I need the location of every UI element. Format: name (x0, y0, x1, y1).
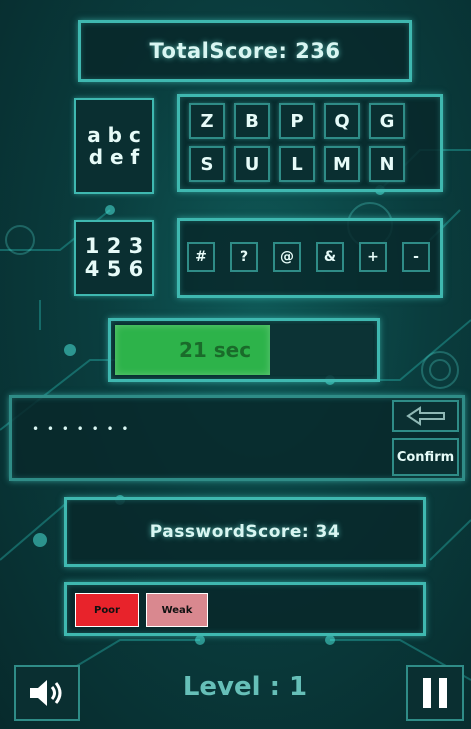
level-label: Level : 1 (182, 672, 308, 702)
letter-key-p[interactable]: P (279, 103, 315, 139)
speaker-icon (30, 680, 62, 706)
symbol-key-3[interactable]: & (316, 242, 344, 272)
letter-key-q[interactable]: Q (324, 103, 360, 139)
symbol-key-5[interactable]: - (402, 242, 430, 272)
letters-mode-button[interactable]: a b c d e f (74, 98, 154, 194)
letter-key-s[interactable]: S (189, 146, 225, 182)
password-score-panel: PasswordScore: 34 (64, 497, 426, 567)
letter-key-u[interactable]: U (234, 146, 270, 182)
symbol-key-2[interactable]: @ (273, 242, 301, 272)
pause-icon (423, 678, 447, 708)
strength-weak: Weak (146, 593, 208, 627)
timer-bar: 21 sec (115, 325, 373, 375)
timer-label: 21 sec (178, 338, 252, 362)
strength-poor: Poor (75, 593, 139, 627)
numbers-mode-label: 1 2 3 4 5 6 (84, 234, 144, 281)
letter-key-n[interactable]: N (369, 146, 405, 182)
backspace-arrow-icon (405, 406, 445, 426)
confirm-button[interactable]: Confirm (392, 438, 459, 476)
letter-key-b[interactable]: B (234, 103, 270, 139)
letter-key-g[interactable]: G (369, 103, 405, 139)
numbers-mode-button[interactable]: 1 2 3 4 5 6 (74, 220, 154, 296)
symbol-key-0[interactable]: # (187, 242, 215, 272)
symbol-key-4[interactable]: + (359, 242, 387, 272)
confirm-label: Confirm (396, 449, 455, 465)
strength-poor-label: Poor (93, 604, 120, 616)
letters-mode-label: a b c d e f (87, 123, 141, 169)
strength-weak-label: Weak (161, 604, 193, 616)
pause-button[interactable] (406, 665, 464, 721)
password-field[interactable]: • • • • • • • (32, 422, 332, 446)
total-score-panel: TotalScore: 236 (78, 20, 412, 82)
backspace-button[interactable] (392, 400, 459, 432)
letter-key-z[interactable]: Z (189, 103, 225, 139)
password-score-label: PasswordScore: 34 (149, 522, 341, 542)
letter-key-m[interactable]: M (324, 146, 360, 182)
sound-button[interactable] (14, 665, 80, 721)
letter-key-l[interactable]: L (279, 146, 315, 182)
symbol-key-1[interactable]: ? (230, 242, 258, 272)
total-score-label: TotalScore: 236 (149, 39, 341, 63)
